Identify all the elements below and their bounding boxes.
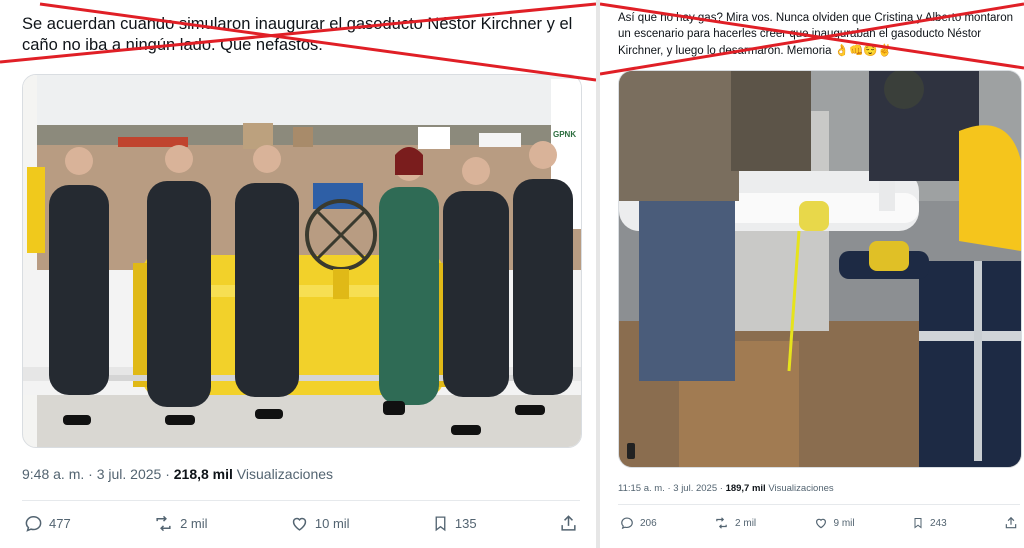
retweet-icon — [716, 517, 727, 529]
bookmark-icon — [914, 518, 922, 529]
like-icon — [815, 518, 826, 529]
bookmark-button[interactable]: 135 — [432, 514, 477, 533]
tweet-meta: 9:48 a. m. · 3 jul. 2025 · 218,8 mil Vis… — [22, 466, 333, 482]
share-button[interactable] — [1004, 516, 1018, 530]
retweet-button[interactable]: 2 mil — [714, 516, 756, 530]
tweet-text: Se acuerdan cuando simularon inaugurar e… — [22, 15, 573, 55]
tweet-text: Así que no hay gas? Mira vos. Nunca olvi… — [618, 12, 1014, 57]
tweet-video[interactable] — [618, 70, 1022, 468]
share-button[interactable] — [559, 514, 578, 533]
left-tweet: Se acuerdan cuando simularon inaugurar e… — [0, 0, 596, 548]
tweet-timestamp[interactable]: 9:48 a. m. · 3 jul. 2025 · — [22, 466, 174, 482]
reply-button[interactable]: 477 — [24, 514, 71, 533]
like-count: 10 mil — [314, 516, 350, 531]
action-bar: 206 2 mil 9 mil 243 — [620, 516, 1018, 530]
reply-icon — [25, 516, 42, 532]
share-icon — [561, 515, 576, 531]
views-label: Visualizaciones — [765, 483, 834, 494]
like-icon — [292, 517, 307, 531]
bookmark-count: 135 — [454, 516, 477, 531]
share-icon — [1005, 516, 1017, 529]
like-button[interactable]: 10 mil — [290, 514, 350, 533]
divider — [22, 500, 580, 501]
tweet-timestamp[interactable]: 11:15 a. m. · 3 jul. 2025 · — [618, 483, 726, 494]
like-button[interactable]: 9 mil — [814, 516, 855, 530]
action-bar: 477 2 mil 10 mil 135 — [24, 514, 578, 533]
gpnk-sign: GPNK — [553, 130, 576, 139]
reply-button[interactable]: 206 — [620, 516, 657, 530]
bookmark-count: 243 — [929, 517, 947, 529]
reply-count: 206 — [640, 517, 657, 529]
views-count: 218,8 mil — [173, 466, 233, 482]
divider — [618, 504, 1020, 505]
right-tweet: Así que no hay gas? Mira vos. Nunca olvi… — [600, 0, 1024, 548]
reply-count: 477 — [49, 516, 71, 531]
views-label: Visualizaciones — [232, 466, 334, 482]
like-count: 9 mil — [833, 517, 855, 529]
views-count: 189,7 mil — [725, 483, 766, 494]
retweet-count: 2 mil — [180, 516, 208, 531]
bookmark-icon — [435, 516, 446, 532]
retweet-icon — [156, 515, 171, 532]
retweet-count: 2 mil — [735, 517, 757, 529]
reply-icon — [621, 517, 633, 530]
tweet-photo[interactable]: GPNK — [22, 74, 582, 448]
bookmark-button[interactable]: 243 — [912, 516, 947, 530]
retweet-button[interactable]: 2 mil — [153, 514, 208, 533]
tweet-meta: 11:15 a. m. · 3 jul. 2025 · 189,7 mil Vi… — [618, 483, 834, 494]
